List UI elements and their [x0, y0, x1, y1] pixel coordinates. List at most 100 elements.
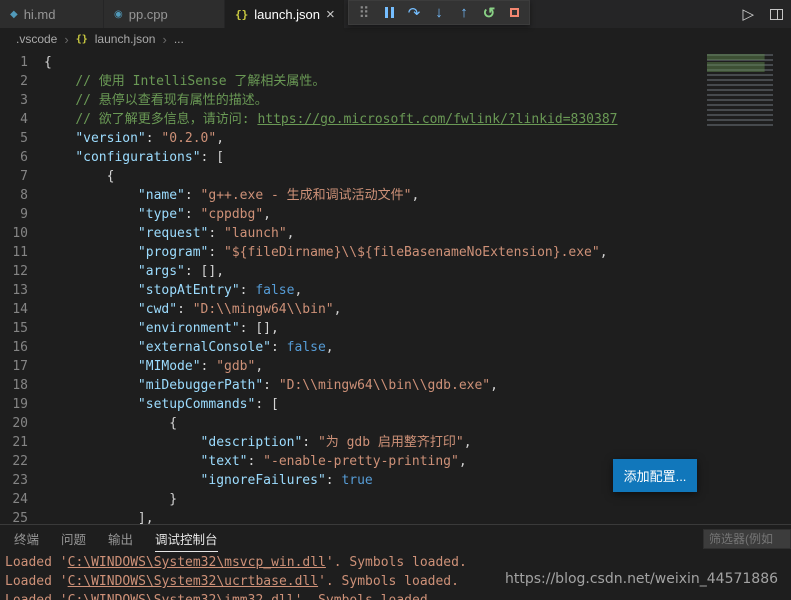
editor-actions: ▷ — [742, 0, 783, 28]
code-text: { — [44, 414, 177, 433]
split-editor-icon[interactable] — [770, 8, 783, 20]
line-number[interactable]: 5 — [0, 129, 44, 148]
breadcrumb-item-file[interactable]: launch.json — [95, 32, 156, 46]
line-number[interactable]: 21 — [0, 433, 44, 452]
code-line: 21 "description": "为 gdb 启用整齐打印", — [0, 433, 791, 452]
step-out-icon[interactable]: ↑ — [452, 2, 476, 24]
panel-tab-problems[interactable]: 问题 — [61, 525, 86, 552]
code-token: "为 gdb 启用整齐打印" — [317, 435, 464, 450]
line-number[interactable]: 2 — [0, 72, 44, 91]
line-number[interactable]: 17 — [0, 357, 44, 376]
console-link[interactable]: C:\WINDOWS\System32\ucrtbase.dll — [68, 574, 318, 589]
console-token: Loaded ' — [5, 574, 68, 589]
console-link[interactable]: C:\WINDOWS\System32\msvcp_win.dll — [68, 555, 326, 570]
close-icon[interactable]: × — [326, 7, 335, 22]
line-number[interactable]: 19 — [0, 395, 44, 414]
code-token: : — [247, 454, 264, 469]
code-token: "gdb" — [216, 359, 256, 374]
line-number[interactable]: 20 — [0, 414, 44, 433]
code-line: 3 // 悬停以查看现有属性的描述。 — [0, 91, 791, 110]
line-number[interactable]: 23 — [0, 471, 44, 490]
bottom-panel: 终端 问题 输出 调试控制台 Loaded 'C:\WINDOWS\System… — [0, 524, 791, 600]
code-token: , — [294, 283, 303, 298]
code-line: 2 // 使用 IntelliSense 了解相关属性。 — [0, 72, 791, 91]
console-link[interactable]: C:\WINDOWS\System32\imm32.dll — [68, 593, 295, 600]
line-number[interactable]: 4 — [0, 110, 44, 129]
code-token: , — [490, 378, 498, 393]
line-number[interactable]: 14 — [0, 300, 44, 319]
console-filter-input[interactable] — [703, 529, 791, 549]
code-line: 19 "setupCommands": [ — [0, 395, 791, 414]
code-area[interactable]: 1{2 // 使用 IntelliSense 了解相关属性。 3 // 悬停以查看… — [0, 53, 791, 524]
code-token: "g++.exe - 生成和调试活动文件" — [200, 188, 412, 203]
code-line: 16 "externalConsole": false, — [0, 338, 791, 357]
panel-tab-terminal[interactable]: 终端 — [14, 525, 39, 552]
code-token: } — [44, 492, 178, 507]
run-icon[interactable]: ▷ — [742, 5, 754, 23]
code-token: : — [177, 302, 193, 317]
code-text: "stopAtEntry": false, — [44, 281, 302, 300]
editor[interactable]: 1{2 // 使用 IntelliSense 了解相关属性。 3 // 悬停以查看… — [0, 50, 791, 524]
code-text: ], — [44, 509, 154, 524]
json-icon: {} — [235, 7, 249, 21]
line-number[interactable]: 15 — [0, 319, 44, 338]
code-token: : [ — [200, 150, 225, 165]
line-number[interactable]: 9 — [0, 205, 44, 224]
breadcrumb-item-more[interactable]: ... — [174, 32, 184, 46]
code-token: : — [302, 435, 318, 450]
step-over-icon[interactable]: ↷ — [402, 2, 426, 24]
code-token: : — [325, 473, 342, 488]
code-token: , — [255, 359, 264, 374]
line-number[interactable]: 18 — [0, 376, 44, 395]
code-line: 4 // 欲了解更多信息，请访问: https://go.microsoft.c… — [0, 110, 791, 129]
code-line: 11 "program": "${fileDirname}\\${fileBas… — [0, 243, 791, 262]
code-token: , — [599, 245, 608, 260]
line-number[interactable]: 25 — [0, 509, 44, 524]
tab-launch-json[interactable]: {} launch.json × — [225, 0, 345, 28]
line-number[interactable]: 6 — [0, 148, 44, 167]
code-line: 5 "version": "0.2.0", — [0, 129, 791, 148]
line-number[interactable]: 13 — [0, 281, 44, 300]
line-number[interactable]: 16 — [0, 338, 44, 357]
stop-icon[interactable] — [502, 2, 526, 24]
line-number[interactable]: 11 — [0, 243, 44, 262]
line-number[interactable]: 1 — [0, 53, 44, 72]
debug-toolbar: ⠿ ↷ ↓ ↑ ↺ — [348, 0, 530, 25]
line-number[interactable]: 12 — [0, 262, 44, 281]
code-token: // 使用 IntelliSense 了解相关属性。 — [75, 74, 326, 89]
minimap[interactable] — [707, 54, 779, 128]
line-number[interactable]: 7 — [0, 167, 44, 186]
code-token: : — [145, 131, 162, 146]
line-number[interactable]: 22 — [0, 452, 44, 471]
tab-hi-md[interactable]: ◆ hi.md — [0, 0, 104, 28]
panel-tab-output[interactable]: 输出 — [108, 525, 133, 552]
code-link[interactable]: https://go.microsoft.com/fwlink/?linkid=… — [257, 112, 617, 127]
restart-icon[interactable]: ↺ — [477, 2, 501, 24]
chevron-right-icon: › — [162, 31, 167, 47]
line-number[interactable]: 3 — [0, 91, 44, 110]
panel-tab-debug-console[interactable]: 调试控制台 — [155, 525, 218, 552]
code-token: "environment" — [137, 321, 240, 336]
code-token: , — [325, 340, 334, 355]
code-token: "D:\\mingw64\\bin\\gdb.exe" — [278, 378, 491, 393]
code-token: // 悬停以查看现有属性的描述。 — [75, 93, 268, 108]
line-number[interactable]: 10 — [0, 224, 44, 243]
code-token: : — [208, 226, 225, 241]
add-configuration-button[interactable]: 添加配置... — [613, 459, 697, 492]
code-text: "type": "cppdbg", — [44, 205, 271, 224]
step-into-icon[interactable]: ↓ — [427, 2, 451, 24]
line-number[interactable]: 8 — [0, 186, 44, 205]
pause-icon[interactable] — [377, 2, 401, 24]
code-token: { — [44, 416, 178, 431]
console-token: '. Symbols loaded. — [318, 574, 459, 589]
breadcrumb-item-vscode[interactable]: .vscode — [16, 32, 57, 46]
line-number[interactable]: 24 — [0, 490, 44, 509]
code-line: 7 { — [0, 167, 791, 186]
tab-pp-cpp[interactable]: ◉ pp.cpp — [104, 0, 225, 28]
drag-handle-icon[interactable]: ⠿ — [352, 2, 376, 24]
